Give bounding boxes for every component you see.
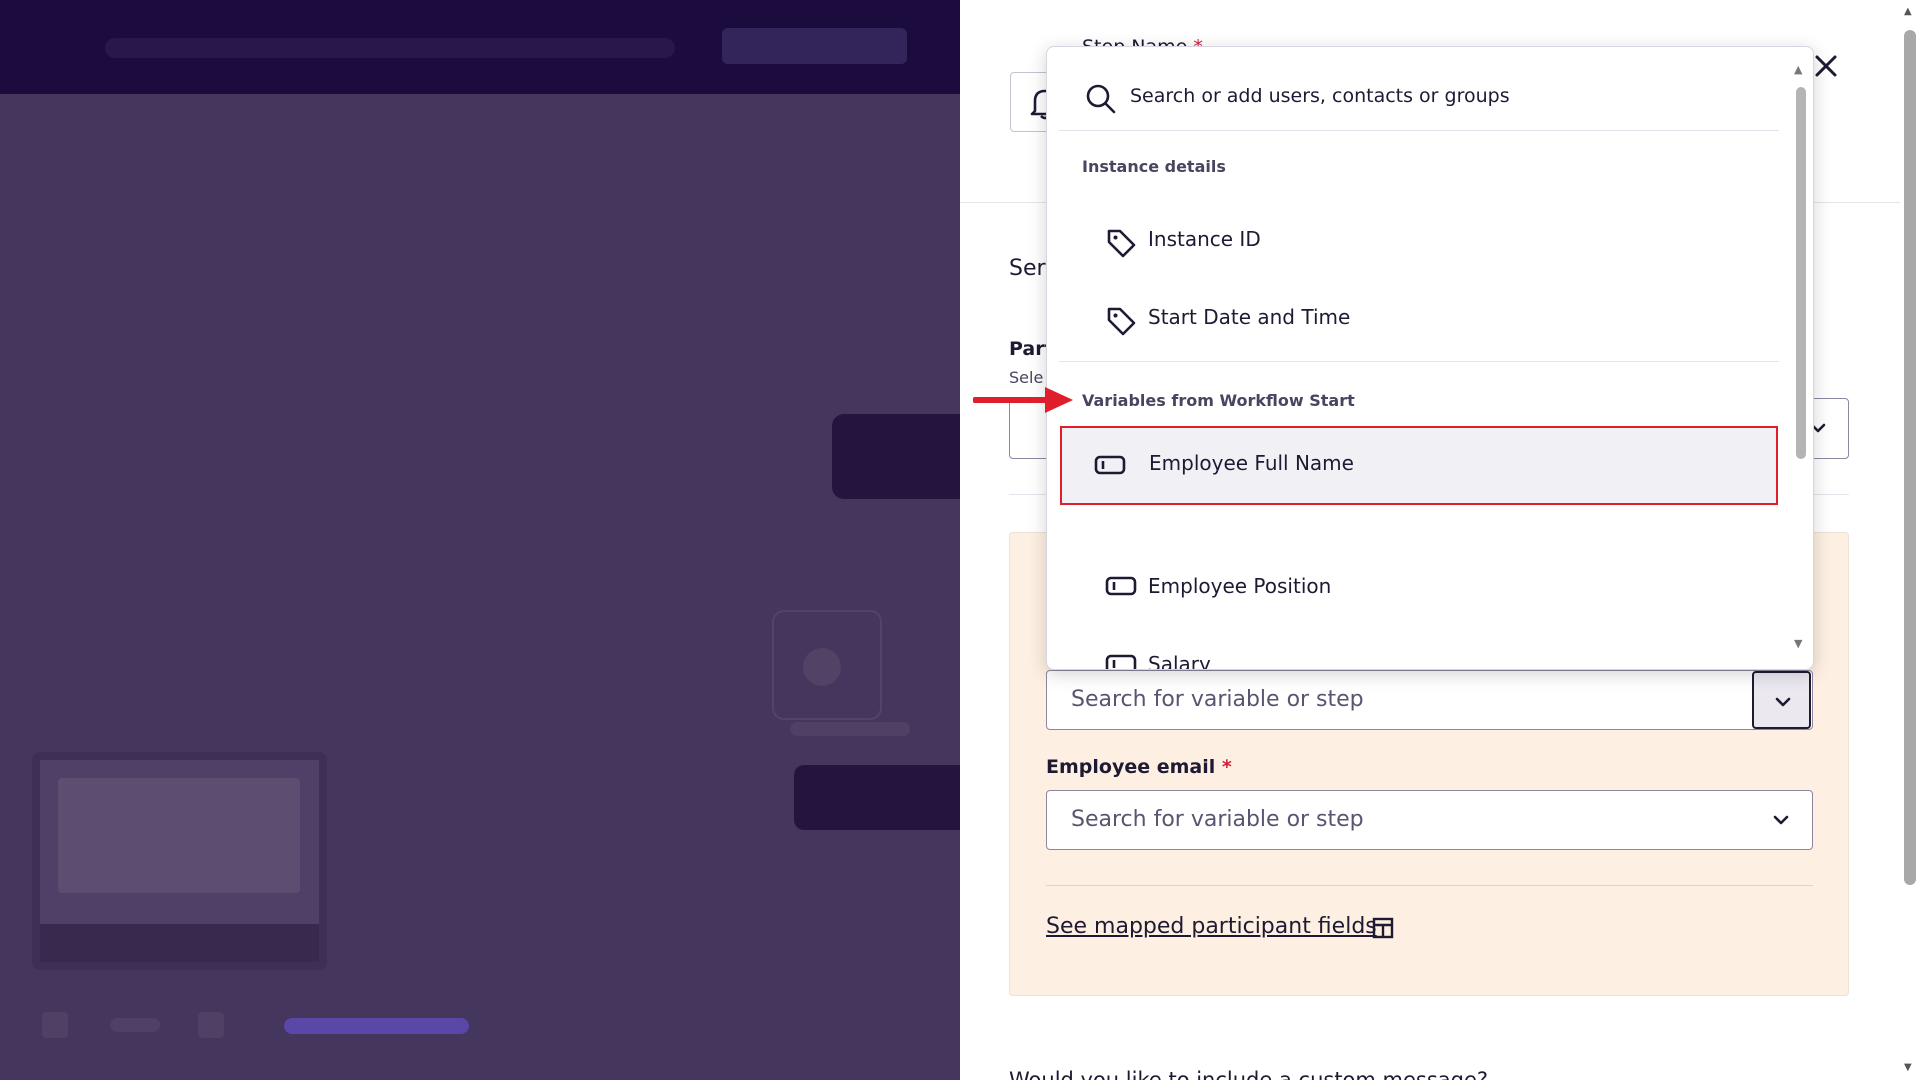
background-node-icon (803, 648, 841, 686)
dropdown-search-input[interactable] (1130, 79, 1770, 113)
see-mapped-fields-link[interactable]: See mapped participant fields (1046, 914, 1377, 939)
background-footer-icon (42, 1012, 68, 1038)
employee-email-input[interactable]: Search for variable or step (1046, 790, 1813, 850)
option-employee-position[interactable]: Employee Position (1059, 550, 1779, 626)
background-dark-block (832, 414, 960, 499)
scroll-down-icon[interactable]: ▼ (1794, 637, 1802, 650)
chevron-down-icon (1775, 697, 1791, 707)
custom-message-question: Would you like to include a custom messa… (1009, 1068, 1489, 1080)
text-variable-icon (1094, 455, 1126, 475)
group-title-workflow-variables: Variables from Workflow Start (1082, 391, 1355, 410)
dropdown-search-bar (1059, 59, 1779, 131)
option-label: Start Date and Time (1148, 305, 1351, 329)
employee-name-dropdown-toggle[interactable] (1752, 671, 1811, 729)
option-label: Salary (1148, 652, 1211, 670)
annotation-arrow-icon (973, 387, 1073, 413)
scroll-up-icon[interactable]: ▲ (1904, 6, 1912, 17)
background-app-overlay (0, 0, 960, 1080)
background-footer-link (284, 1018, 469, 1034)
participant-fields-divider (1046, 885, 1813, 886)
chevron-down-icon[interactable] (1771, 810, 1791, 830)
scroll-up-icon[interactable]: ▲ (1794, 63, 1802, 76)
background-footer-icon-2 (198, 1012, 224, 1038)
option-instance-id[interactable]: Instance ID (1059, 203, 1779, 279)
background-footer-text (110, 1018, 160, 1032)
background-card-preview (58, 778, 300, 893)
text-variable-icon (1105, 654, 1137, 669)
employee-email-label: Employee email * (1046, 756, 1232, 778)
tag-icon (1107, 229, 1136, 258)
option-salary[interactable]: Salary (1059, 628, 1779, 670)
variable-picker-dropdown: Instance details Instance ID Start Date … (1046, 46, 1814, 670)
search-icon (1086, 84, 1116, 114)
dropdown-scrollbar-thumb[interactable] (1796, 87, 1806, 459)
background-topbar-text (105, 38, 675, 58)
employee-name-input[interactable]: Search for variable or step (1046, 670, 1813, 730)
group-divider (1059, 361, 1779, 362)
background-card-bar (40, 924, 319, 962)
option-label: Instance ID (1148, 227, 1261, 251)
send-section-title: Ser (1009, 256, 1046, 281)
background-dark-block-2 (794, 765, 960, 830)
option-employee-full-name[interactable]: Employee Full Name (1060, 426, 1778, 505)
option-label: Employee Position (1148, 574, 1332, 598)
text-variable-icon (1105, 576, 1137, 596)
page-scrollbar-thumb[interactable] (1904, 30, 1916, 885)
background-topbar-button (722, 28, 907, 64)
open-panel-icon[interactable] (1371, 916, 1395, 940)
background-card (32, 752, 327, 970)
option-label: Employee Full Name (1149, 451, 1354, 475)
group-title-instance-details: Instance details (1082, 157, 1226, 176)
close-icon[interactable] (1810, 50, 1842, 82)
background-node-label (790, 722, 910, 736)
tag-icon (1107, 307, 1136, 336)
scroll-down-icon[interactable]: ▼ (1904, 1062, 1912, 1073)
option-start-date-time[interactable]: Start Date and Time (1059, 281, 1779, 357)
